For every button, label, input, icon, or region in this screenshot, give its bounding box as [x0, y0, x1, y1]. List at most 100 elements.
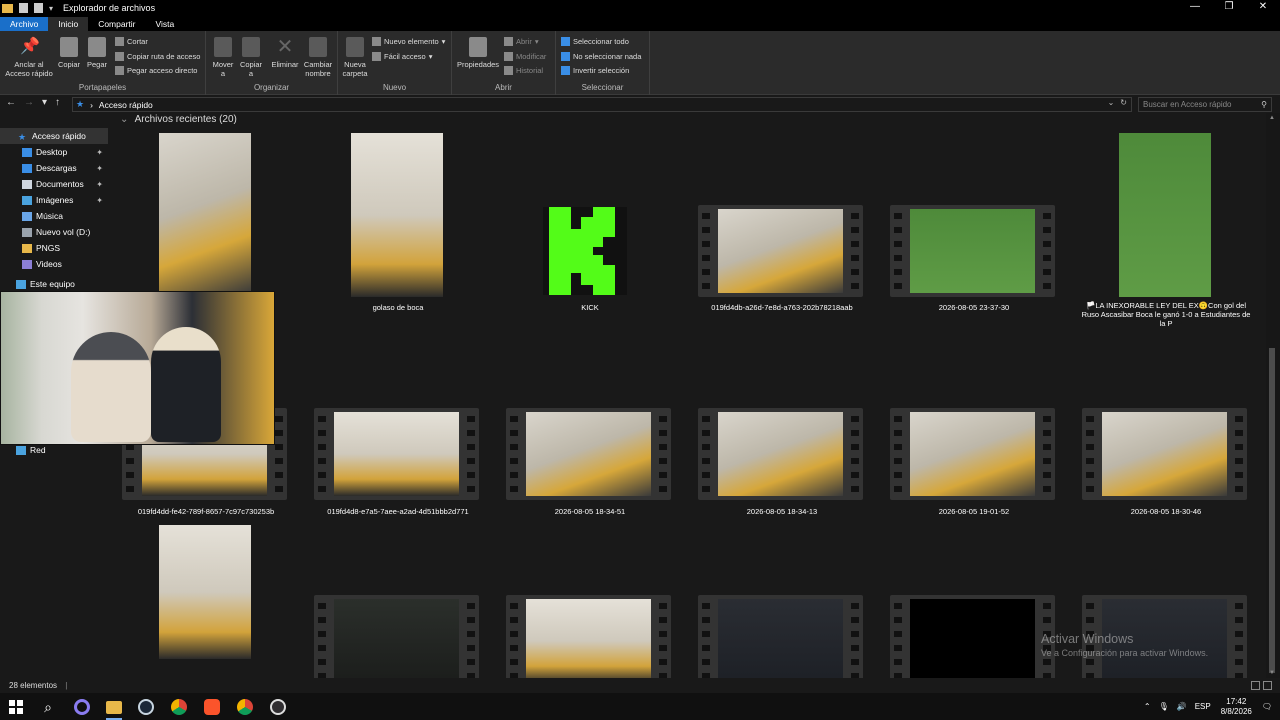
- notifications-icon[interactable]: 🗨: [1262, 702, 1272, 711]
- sidebar-item-acceso-rapido[interactable]: ★ Acceso rápido: [0, 128, 108, 144]
- select-all-button[interactable]: Seleccionar todo: [561, 37, 629, 46]
- kick-logo-icon: [543, 207, 627, 295]
- search-icon[interactable]: ⌕: [38, 697, 58, 717]
- copy-path-button[interactable]: Copiar ruta de acceso: [115, 52, 200, 61]
- tab-vista[interactable]: Vista: [146, 17, 185, 31]
- obs-icon[interactable]: [268, 697, 288, 717]
- new-folder-icon[interactable]: [34, 3, 43, 13]
- recent-locations-icon[interactable]: ▾: [42, 97, 47, 108]
- sidebar-item-pngs[interactable]: PNGS: [0, 240, 108, 256]
- file-tile[interactable]: 2026-08-05 23-37-30: [886, 133, 1062, 323]
- rename-button[interactable]: Cambiar nombre: [302, 35, 334, 78]
- microphone-icon[interactable]: 🎙: [1159, 702, 1169, 711]
- pin-quick-access-button[interactable]: 📌 Anclar al Acceso rápido: [4, 35, 54, 78]
- sidebar-item-este-equipo[interactable]: Este equipo: [0, 276, 108, 292]
- clock-time: 17:42: [1226, 696, 1247, 706]
- address-bar[interactable]: ★ › Acceso rápido ⌄ ↻: [72, 97, 1132, 112]
- copy-to-button[interactable]: Copiar a: [238, 35, 264, 78]
- minimize-button[interactable]: —: [1178, 0, 1212, 16]
- easy-access-button[interactable]: Fácil acceso ▾: [372, 52, 432, 61]
- cortana-icon[interactable]: [72, 697, 92, 717]
- maximize-button[interactable]: ❐: [1212, 0, 1246, 16]
- large-icons-view-icon[interactable]: [1263, 681, 1272, 690]
- file-tile[interactable]: 2026-08-05 18-34-51: [502, 408, 678, 528]
- pin-icon[interactable]: ✦: [96, 148, 103, 157]
- volume-icon[interactable]: 🔊: [1177, 702, 1187, 711]
- back-icon[interactable]: ←: [6, 97, 16, 108]
- language-indicator[interactable]: ESP: [1195, 702, 1211, 711]
- pin-icon[interactable]: ✦: [96, 180, 103, 189]
- new-folder-button[interactable]: Nueva carpeta: [340, 35, 370, 78]
- details-view-icon[interactable]: [1251, 681, 1260, 690]
- file-name: golaso de boca: [372, 303, 424, 312]
- sidebar-item-label: Acceso rápido: [32, 131, 86, 141]
- section-header[interactable]: ⌄ Archivos recientes (20): [120, 114, 237, 125]
- sidebar-item-documentos[interactable]: Documentos ✦: [0, 176, 108, 192]
- chevron-down-icon[interactable]: ⌄: [1108, 98, 1115, 107]
- file-tile[interactable]: 2026-08-05 18-30-46: [1078, 408, 1254, 528]
- sidebar-item-descargas[interactable]: Descargas ✦: [0, 160, 108, 176]
- delete-button[interactable]: ✕ Eliminar: [270, 35, 300, 69]
- windows-start-icon[interactable]: [6, 697, 26, 717]
- file-tile[interactable]: 019fd4db-a26d-7e8d-a763-202b78218aab: [694, 133, 870, 323]
- file-tile[interactable]: 2026-08-05 19-01-52: [886, 408, 1062, 528]
- tab-compartir[interactable]: Compartir: [88, 17, 145, 31]
- edit-button[interactable]: Modificar: [504, 52, 546, 61]
- steam-icon[interactable]: [136, 697, 156, 717]
- file-tile[interactable]: [694, 595, 870, 678]
- paste-button[interactable]: Pegar: [84, 35, 110, 69]
- file-tile[interactable]: golaso de boca: [310, 133, 486, 323]
- file-explorer-icon[interactable]: [104, 697, 124, 720]
- search-input[interactable]: Buscar en Acceso rápido ⚲: [1138, 97, 1272, 112]
- clock[interactable]: 17:42 8/8/2026: [1221, 697, 1252, 717]
- properties-icon[interactable]: [19, 3, 28, 13]
- history-button[interactable]: Historial: [504, 66, 543, 75]
- video-thumbnail: [890, 408, 1055, 500]
- sidebar-item-nuevo-vol[interactable]: Nuevo vol (D:): [0, 224, 108, 240]
- file-tile[interactable]: KICK: [502, 133, 678, 323]
- sidebar-item-desktop[interactable]: Desktop ✦: [0, 144, 108, 160]
- file-tile[interactable]: 2026-08-05 18-34-13: [694, 408, 870, 528]
- search-icon: ⚲: [1261, 100, 1267, 109]
- close-button[interactable]: ✕: [1246, 0, 1280, 16]
- scrollbar-thumb[interactable]: [1269, 348, 1275, 673]
- refresh-icon[interactable]: ↻: [1120, 98, 1127, 107]
- scroll-up-icon[interactable]: ▲: [1269, 115, 1275, 121]
- tab-archivo[interactable]: Archivo: [0, 17, 49, 31]
- sidebar-item-musica[interactable]: Música: [0, 208, 108, 224]
- properties-button[interactable]: Propiedades: [456, 35, 500, 69]
- sidebar-item-imagenes[interactable]: Imágenes ✦: [0, 192, 108, 208]
- file-tile[interactable]: [310, 595, 486, 678]
- scroll-down-icon[interactable]: ▼: [1269, 670, 1275, 676]
- move-to-button[interactable]: Mover a: [210, 35, 236, 78]
- new-item-button[interactable]: Nuevo elemento ▾: [372, 37, 445, 46]
- file-tile[interactable]: [886, 595, 1062, 678]
- person-figure: [71, 332, 151, 442]
- copy-to-icon: [242, 37, 260, 57]
- show-hidden-icons-icon[interactable]: ⌃: [1144, 702, 1151, 711]
- chrome-profile-icon[interactable]: [235, 697, 255, 717]
- tab-inicio[interactable]: Inicio: [48, 17, 89, 31]
- cut-button[interactable]: Cortar: [115, 37, 148, 46]
- up-icon[interactable]: ↑: [55, 97, 60, 108]
- copy-button[interactable]: Copiar: [56, 35, 82, 69]
- breadcrumb[interactable]: Acceso rápido: [99, 100, 153, 110]
- file-tile[interactable]: [502, 595, 678, 678]
- file-tile[interactable]: [118, 525, 294, 678]
- forward-icon[interactable]: →: [24, 97, 34, 108]
- paste-shortcut-button[interactable]: Pegar acceso directo: [115, 66, 197, 75]
- invert-selection-button[interactable]: Invertir selección: [561, 66, 629, 75]
- brave-icon[interactable]: [202, 697, 222, 717]
- watermark-title: Activar Windows: [1041, 632, 1134, 646]
- chrome-icon[interactable]: [169, 697, 189, 717]
- video-thumbnail: [698, 595, 863, 678]
- vertical-scrollbar[interactable]: ▲ ▼: [1266, 113, 1280, 678]
- file-tile[interactable]: 019fd4d8-e7a5-7aee-a2ad-4d51bbb2d771: [310, 408, 486, 528]
- select-none-button[interactable]: No seleccionar nada: [561, 52, 641, 61]
- sidebar-item-videos[interactable]: Videos: [0, 256, 108, 272]
- pin-icon[interactable]: ✦: [96, 196, 103, 205]
- customize-toolbar-icon[interactable]: ▾: [49, 4, 53, 13]
- pin-icon[interactable]: ✦: [96, 164, 103, 173]
- file-tile[interactable]: 🏳️LA INEXORABLE LEY DEL EX🙃Con gol del R…: [1078, 133, 1254, 333]
- open-button[interactable]: Abrir ▾: [504, 37, 539, 46]
